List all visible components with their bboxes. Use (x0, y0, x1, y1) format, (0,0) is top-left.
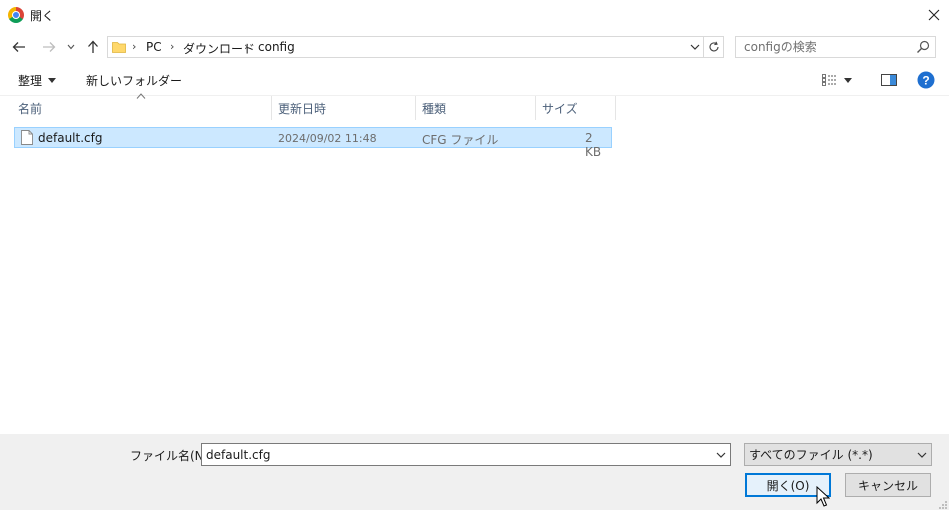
refresh-icon (709, 41, 719, 52)
up-button[interactable] (82, 36, 104, 58)
title-bar: 開く (0, 0, 949, 30)
search-box[interactable] (735, 36, 936, 58)
chrome-icon (8, 7, 24, 23)
filetype-select[interactable]: すべてのファイル (*.*) (744, 443, 932, 466)
address-dropdown-button[interactable] (688, 39, 702, 55)
refresh-button[interactable] (704, 36, 724, 58)
close-button[interactable] (918, 0, 949, 30)
address-bar[interactable]: › PC › ダウンロード › config (107, 36, 704, 58)
cancel-button[interactable]: キャンセル (845, 473, 931, 497)
mouse-cursor-icon (816, 486, 830, 507)
help-button[interactable]: ? (916, 70, 936, 90)
filename-combobox[interactable] (201, 443, 731, 466)
window-title: 開く (30, 9, 55, 23)
back-button[interactable] (8, 36, 30, 58)
caret-down-icon (844, 77, 852, 83)
breadcrumb-pc[interactable]: PC (146, 40, 162, 54)
column-header-type[interactable]: 種類 (418, 96, 536, 120)
search-input[interactable] (736, 37, 911, 57)
file-modified: 2024/09/02 11:48 (278, 132, 377, 145)
close-icon (928, 9, 939, 21)
breadcrumb-separator: › (170, 40, 175, 53)
column-header-size[interactable]: サイズ (538, 96, 616, 120)
preview-pane-icon (881, 74, 897, 86)
file-size: 2 KB (585, 131, 602, 159)
new-folder-button[interactable]: 新しいフォルダー (78, 70, 190, 90)
back-arrow-icon (12, 42, 25, 52)
breadcrumb-separator: › (132, 40, 137, 53)
chevron-down-icon (690, 44, 700, 50)
forward-button[interactable] (38, 36, 60, 58)
file-icon (21, 130, 33, 145)
file-name: default.cfg (38, 131, 103, 145)
filetype-dropdown-button[interactable] (915, 447, 929, 463)
file-row-selected[interactable]: default.cfg 2024/09/02 11:48 CFG ファイル 2 … (14, 127, 612, 159)
resize-grip-icon[interactable] (938, 500, 948, 510)
column-header-name[interactable]: 名前 (14, 96, 272, 120)
recent-locations-button[interactable] (62, 36, 80, 58)
help-icon: ? (917, 71, 935, 89)
new-folder-label: 新しいフォルダー (86, 73, 183, 88)
details-view-icon (822, 74, 837, 86)
command-bar: 整理 新しいフォルダー (0, 64, 949, 96)
organize-button[interactable]: 整理 (10, 70, 64, 90)
help-label: ? (922, 74, 929, 88)
filename-input[interactable] (202, 444, 707, 465)
filetype-value: すべてのファイル (*.*) (749, 448, 873, 462)
dialog-footer: ファイル名(N): すべてのファイル (*.*) 開く(O) キャンセル (0, 434, 949, 510)
change-view-button[interactable] (822, 70, 864, 90)
preview-pane-button[interactable] (878, 70, 900, 90)
breadcrumb-separator: › (244, 40, 249, 53)
organize-label: 整理 (18, 73, 43, 88)
column-header-modified[interactable]: 更新日時 (274, 96, 416, 120)
file-type: CFG ファイル (422, 133, 499, 147)
chevron-down-icon (67, 44, 75, 50)
search-icon (917, 40, 930, 53)
chevron-down-icon (716, 452, 726, 458)
caret-down-icon (48, 77, 57, 83)
forward-arrow-icon (43, 42, 56, 52)
up-arrow-icon (88, 40, 98, 53)
folder-icon (112, 42, 126, 53)
filename-dropdown-button[interactable] (714, 447, 728, 463)
breadcrumb-config[interactable]: config (258, 40, 295, 54)
chevron-down-icon (917, 452, 927, 458)
